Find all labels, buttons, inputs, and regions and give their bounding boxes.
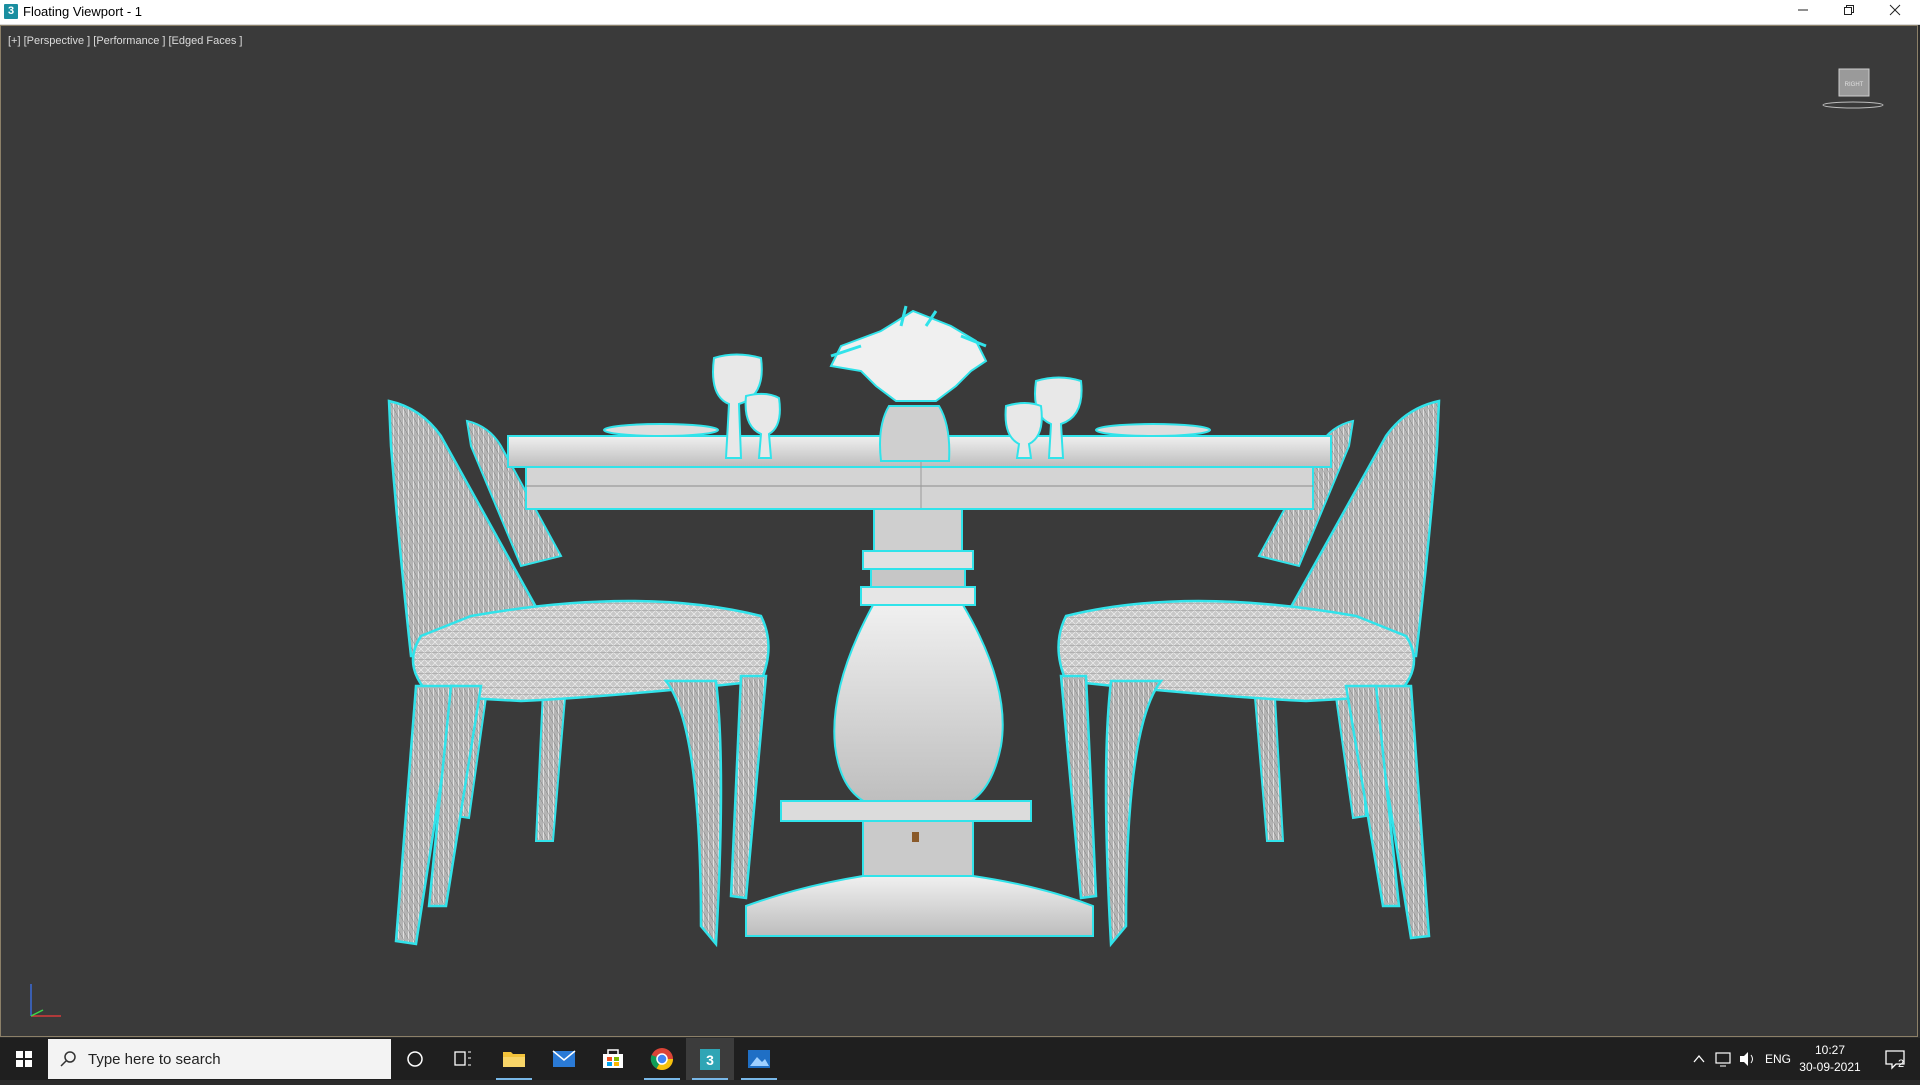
store-icon bbox=[603, 1049, 623, 1068]
mail-button[interactable] bbox=[540, 1038, 588, 1080]
file-explorer-button[interactable] bbox=[490, 1038, 538, 1080]
svg-text:3: 3 bbox=[706, 1052, 714, 1068]
cortana-button[interactable] bbox=[391, 1038, 439, 1080]
action-center-button[interactable]: 2 bbox=[1876, 1038, 1916, 1080]
3ds-max-icon: 3 bbox=[700, 1049, 720, 1070]
cortana-icon bbox=[407, 1051, 423, 1067]
network-tray[interactable] bbox=[1712, 1038, 1734, 1080]
start-button[interactable] bbox=[0, 1038, 48, 1080]
taskbar: Type here to search 3 ENG 10:27 30-09-20… bbox=[0, 1038, 1920, 1080]
notification-count: 2 bbox=[1898, 1058, 1905, 1070]
clock-date: 30-09-2021 bbox=[1799, 1060, 1861, 1074]
restore-button[interactable] bbox=[1826, 0, 1872, 24]
taskbar-search-box[interactable]: Type here to search bbox=[48, 1039, 391, 1079]
close-icon bbox=[1889, 4, 1901, 16]
chrome-icon bbox=[650, 1048, 673, 1070]
task-view-button[interactable] bbox=[439, 1038, 487, 1080]
axis-tripod bbox=[30, 984, 61, 1017]
viewcube-face-label: RIGHT bbox=[1845, 82, 1864, 88]
chevron-up-icon bbox=[1693, 1054, 1705, 1063]
3ds-max-button[interactable]: 3 bbox=[686, 1038, 734, 1080]
restore-icon bbox=[1844, 5, 1854, 15]
store-button[interactable] bbox=[589, 1038, 637, 1080]
photos-icon bbox=[748, 1050, 770, 1068]
notification-icon bbox=[1885, 1050, 1905, 1070]
task-view-icon bbox=[454, 1051, 471, 1066]
photos-button[interactable] bbox=[735, 1038, 783, 1080]
clock[interactable]: 10:27 30-09-2021 bbox=[1790, 1042, 1870, 1076]
viewcube[interactable]: RIGHT bbox=[1821, 66, 1885, 116]
search-icon bbox=[60, 1051, 76, 1067]
volume-tray[interactable] bbox=[1736, 1038, 1758, 1080]
dining-set-wireframe-model[interactable] bbox=[1, 26, 1919, 1038]
search-placeholder: Type here to search bbox=[88, 1051, 221, 1068]
minimize-button[interactable] bbox=[1780, 0, 1826, 24]
chrome-button[interactable] bbox=[638, 1038, 686, 1080]
close-button[interactable] bbox=[1872, 0, 1918, 24]
3ds-max-app-icon[interactable]: 3 bbox=[4, 4, 18, 19]
file-explorer-icon bbox=[503, 1052, 525, 1067]
pivot-marker bbox=[912, 832, 919, 842]
network-icon bbox=[1715, 1052, 1731, 1067]
volume-icon bbox=[1740, 1052, 1753, 1066]
perspective-viewport[interactable]: [+] [Perspective ] [Performance ] [Edged… bbox=[0, 25, 1918, 1037]
title-bar: 3 Floating Viewport - 1 bbox=[0, 0, 1920, 25]
windows-icon bbox=[16, 1051, 32, 1067]
mail-icon bbox=[552, 1050, 576, 1067]
minimize-icon bbox=[1798, 9, 1808, 11]
clock-time: 10:27 bbox=[1814, 1043, 1846, 1057]
show-hidden-icons[interactable] bbox=[1688, 1038, 1710, 1080]
window-title: Floating Viewport - 1 bbox=[23, 4, 142, 19]
